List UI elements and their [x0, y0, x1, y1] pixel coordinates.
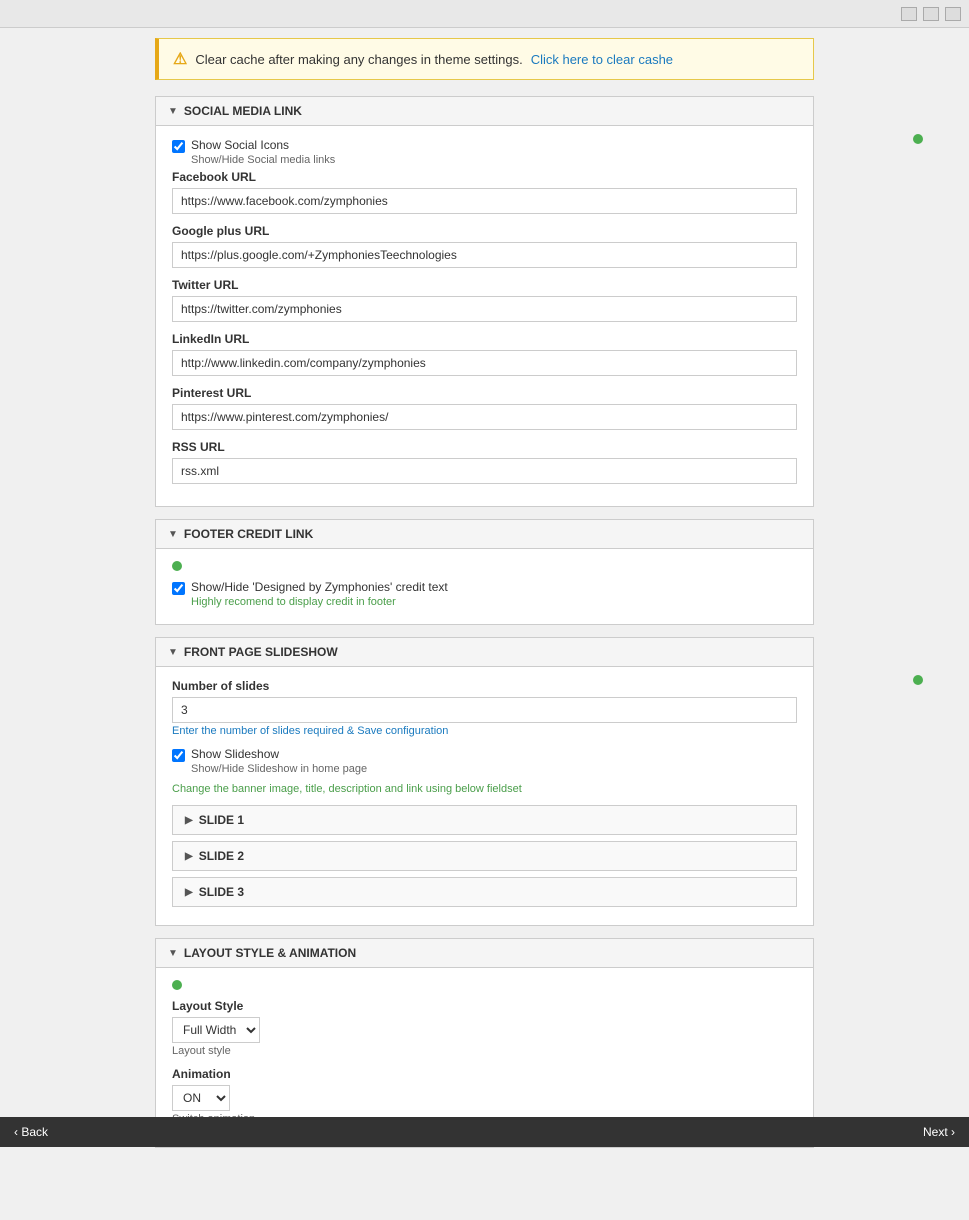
layout-header[interactable]: ▼ LAYOUT STYLE & ANIMATION	[156, 939, 813, 968]
pinterest-label: Pinterest URL	[172, 386, 797, 400]
pinterest-input[interactable]	[172, 404, 797, 430]
pinterest-field-group: Pinterest URL	[172, 386, 797, 430]
rss-label: RSS URL	[172, 440, 797, 454]
show-credit-checkbox[interactable]	[172, 582, 185, 595]
slideshow-title: FRONT PAGE SLIDESHOW	[184, 645, 338, 659]
show-credit-row: Show/Hide 'Designed by Zymphonies' credi…	[172, 580, 797, 608]
maximize-button[interactable]	[923, 7, 939, 21]
next-button[interactable]: Next ›	[923, 1125, 955, 1139]
footer-credit-header[interactable]: ▼ FOOTER CREDIT LINK	[156, 520, 813, 549]
alert-message: Clear cache after making any changes in …	[195, 52, 522, 67]
slides-count-group: Number of slides Enter the number of sli…	[172, 679, 797, 737]
slideshow-header[interactable]: ▼ FRONT PAGE SLIDESHOW	[156, 638, 813, 667]
show-slideshow-checkbox[interactable]	[172, 749, 185, 762]
social-media-section: ▼ SOCIAL MEDIA LINK Show Social Icons Sh…	[155, 96, 814, 507]
layout-style-group: Layout Style Full Width Boxed Layout sty…	[172, 999, 797, 1057]
slide1-arrow: ▶	[185, 815, 193, 826]
footer-credit-section: ▼ FOOTER CREDIT LINK Show/Hide 'Designed…	[155, 519, 814, 625]
show-social-label: Show Social Icons	[191, 138, 335, 152]
footer-credit-arrow: ▼	[168, 529, 178, 540]
warning-icon: ⚠	[173, 49, 187, 69]
slides-count-input[interactable]	[172, 697, 797, 723]
show-slideshow-hint: Show/Hide Slideshow in home page	[191, 763, 367, 775]
show-credit-label: Show/Hide 'Designed by Zymphonies' credi…	[191, 580, 448, 594]
bottom-nav: ‹ Back Next ›	[0, 1117, 969, 1147]
linkedin-field-group: LinkedIn URL	[172, 332, 797, 376]
slideshow-arrow: ▼	[168, 647, 178, 658]
layout-green-dot	[172, 980, 182, 990]
show-credit-hint: Highly recomend to display credit in foo…	[191, 596, 448, 608]
facebook-label: Facebook URL	[172, 170, 797, 184]
linkedin-label: LinkedIn URL	[172, 332, 797, 346]
minimize-button[interactable]	[901, 7, 917, 21]
twitter-label: Twitter URL	[172, 278, 797, 292]
animation-select[interactable]: ON OFF	[172, 1085, 230, 1111]
show-social-checkbox[interactable]	[172, 140, 185, 153]
slide2-arrow: ▶	[185, 851, 193, 862]
slide3-item[interactable]: ▶ SLIDE 3	[172, 877, 797, 907]
linkedin-input[interactable]	[172, 350, 797, 376]
footer-credit-title: FOOTER CREDIT LINK	[184, 527, 313, 541]
show-social-hint: Show/Hide Social media links	[191, 154, 335, 166]
social-media-arrow: ▼	[168, 106, 178, 117]
slideshow-section: ▼ FRONT PAGE SLIDESHOW Number of slides …	[155, 637, 814, 926]
footer-green-dot	[172, 561, 182, 571]
social-media-title: SOCIAL MEDIA LINK	[184, 104, 302, 118]
slides-count-hint: Enter the number of slides required & Sa…	[172, 725, 797, 737]
clear-cache-link[interactable]: Click here to clear cashe	[531, 52, 673, 67]
rss-input[interactable]	[172, 458, 797, 484]
slideshow-green-dot	[913, 675, 923, 685]
slide2-item[interactable]: ▶ SLIDE 2	[172, 841, 797, 871]
animation-label: Animation	[172, 1067, 797, 1081]
main-window: ⚠ Clear cache after making any changes i…	[0, 0, 969, 1220]
layout-style-label: Layout Style	[172, 999, 797, 1013]
google-label: Google plus URL	[172, 224, 797, 238]
social-media-header[interactable]: ▼ SOCIAL MEDIA LINK	[156, 97, 813, 126]
footer-credit-body: Show/Hide 'Designed by Zymphonies' credi…	[156, 549, 813, 624]
show-social-row: Show Social Icons Show/Hide Social media…	[172, 138, 797, 166]
alert-box: ⚠ Clear cache after making any changes i…	[155, 38, 814, 80]
slide1-label: SLIDE 1	[199, 813, 244, 827]
layout-title: LAYOUT STYLE & ANIMATION	[184, 946, 356, 960]
back-button[interactable]: ‹ Back	[14, 1125, 48, 1139]
show-slideshow-row: Show Slideshow Show/Hide Slideshow in ho…	[172, 747, 797, 775]
facebook-input[interactable]	[172, 188, 797, 214]
layout-arrow: ▼	[168, 948, 178, 959]
layout-style-hint: Layout style	[172, 1045, 797, 1057]
green-dot-indicator	[913, 134, 923, 144]
slide2-label: SLIDE 2	[199, 849, 244, 863]
google-input[interactable]	[172, 242, 797, 268]
slide3-arrow: ▶	[185, 887, 193, 898]
show-slideshow-label: Show Slideshow	[191, 747, 367, 761]
twitter-field-group: Twitter URL	[172, 278, 797, 322]
slides-count-label: Number of slides	[172, 679, 797, 693]
social-media-body: Show Social Icons Show/Hide Social media…	[156, 126, 813, 506]
close-button[interactable]	[945, 7, 961, 21]
google-field-group: Google plus URL	[172, 224, 797, 268]
slideshow-body: Number of slides Enter the number of sli…	[156, 667, 813, 925]
content-area: ⚠ Clear cache after making any changes i…	[0, 28, 969, 1220]
title-bar	[0, 0, 969, 28]
facebook-field-group: Facebook URL	[172, 170, 797, 214]
slide3-label: SLIDE 3	[199, 885, 244, 899]
change-banner-hint: Change the banner image, title, descript…	[172, 783, 797, 795]
layout-style-select[interactable]: Full Width Boxed	[172, 1017, 260, 1043]
slide1-item[interactable]: ▶ SLIDE 1	[172, 805, 797, 835]
rss-field-group: RSS URL	[172, 440, 797, 484]
twitter-input[interactable]	[172, 296, 797, 322]
